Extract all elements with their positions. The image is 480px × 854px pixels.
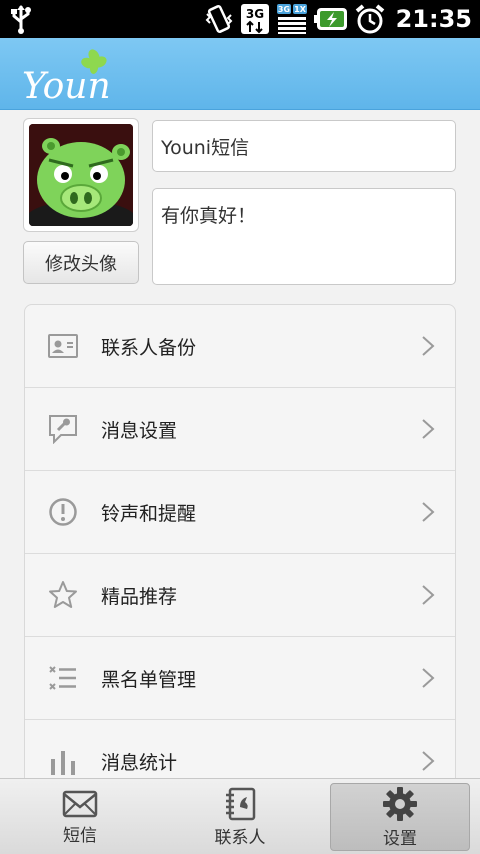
tab-settings[interactable]: 设置 (330, 783, 470, 851)
app-logo: Youni (22, 48, 122, 112)
chevron-right-icon (422, 668, 435, 688)
avatar[interactable] (23, 118, 139, 232)
bottom-tab-bar: 短信 联系人 设置 (0, 778, 480, 854)
tab-label: 短信 (63, 825, 97, 846)
name-field[interactable]: Youni短信 (152, 120, 456, 172)
alarm-icon (354, 3, 386, 35)
menu-item-label: 消息设置 (101, 419, 178, 442)
settings-menu: 联系人备份 消息设置 铃声和提醒 精品推荐 黑名单管理 消息统计 (24, 304, 456, 824)
status-bar: 3G 3G 1X 21:35 (0, 0, 480, 38)
change-avatar-button[interactable]: 修改头像 (23, 241, 139, 284)
chevron-right-icon (422, 419, 435, 439)
menu-item-label: 精品推荐 (101, 585, 178, 608)
tab-contacts[interactable]: 联系人 (170, 783, 310, 851)
network-type-label: 3G (245, 7, 263, 21)
tab-label: 设置 (383, 828, 417, 849)
signature-field[interactable]: 有你真好！ (152, 188, 456, 285)
menu-item-label: 消息统计 (101, 751, 178, 774)
menu-item-blacklist[interactable]: 黑名单管理 (25, 637, 455, 720)
name-field-value: Youni短信 (161, 136, 250, 159)
menu-item-contact-backup[interactable]: 联系人备份 (25, 305, 455, 388)
chevron-right-icon (422, 502, 435, 522)
vibrate-icon (204, 4, 234, 34)
menu-item-recommended[interactable]: 精品推荐 (25, 554, 455, 637)
envelope-icon (62, 790, 98, 817)
battery-charging-icon (313, 7, 348, 31)
network-sub-label: 1X (294, 5, 307, 14)
signature-field-value: 有你真好！ (161, 205, 257, 227)
menu-item-message-settings[interactable]: 消息设置 (25, 388, 455, 471)
signal-3g-1x-icon: 3G 1X (276, 3, 308, 35)
chevron-right-icon (422, 751, 435, 771)
chevron-right-icon (422, 336, 435, 356)
app-header: Youni (0, 38, 480, 110)
message-wrench-icon (47, 413, 79, 445)
alert-circle-icon (47, 496, 79, 528)
3g-data-icon: 3G (240, 3, 270, 35)
usb-icon (10, 4, 32, 38)
menu-item-ringtone-reminder[interactable]: 铃声和提醒 (25, 471, 455, 554)
blacklist-icon (47, 662, 79, 694)
svg-text:3G: 3G (278, 5, 290, 14)
bar-chart-icon (47, 745, 79, 777)
clock-time: 21:35 (395, 5, 472, 33)
tab-messages[interactable]: 短信 (10, 783, 150, 851)
logo-text: Youni (22, 66, 112, 107)
menu-item-label: 联系人备份 (101, 336, 197, 359)
star-icon (47, 579, 79, 611)
gear-icon (383, 786, 417, 821)
contact-card-icon (47, 330, 79, 362)
tab-label: 联系人 (214, 827, 266, 848)
menu-item-label: 铃声和提醒 (101, 502, 197, 525)
address-book-icon (226, 787, 256, 820)
chevron-right-icon (422, 585, 435, 605)
avatar-image (29, 124, 133, 226)
menu-item-label: 黑名单管理 (101, 668, 197, 691)
